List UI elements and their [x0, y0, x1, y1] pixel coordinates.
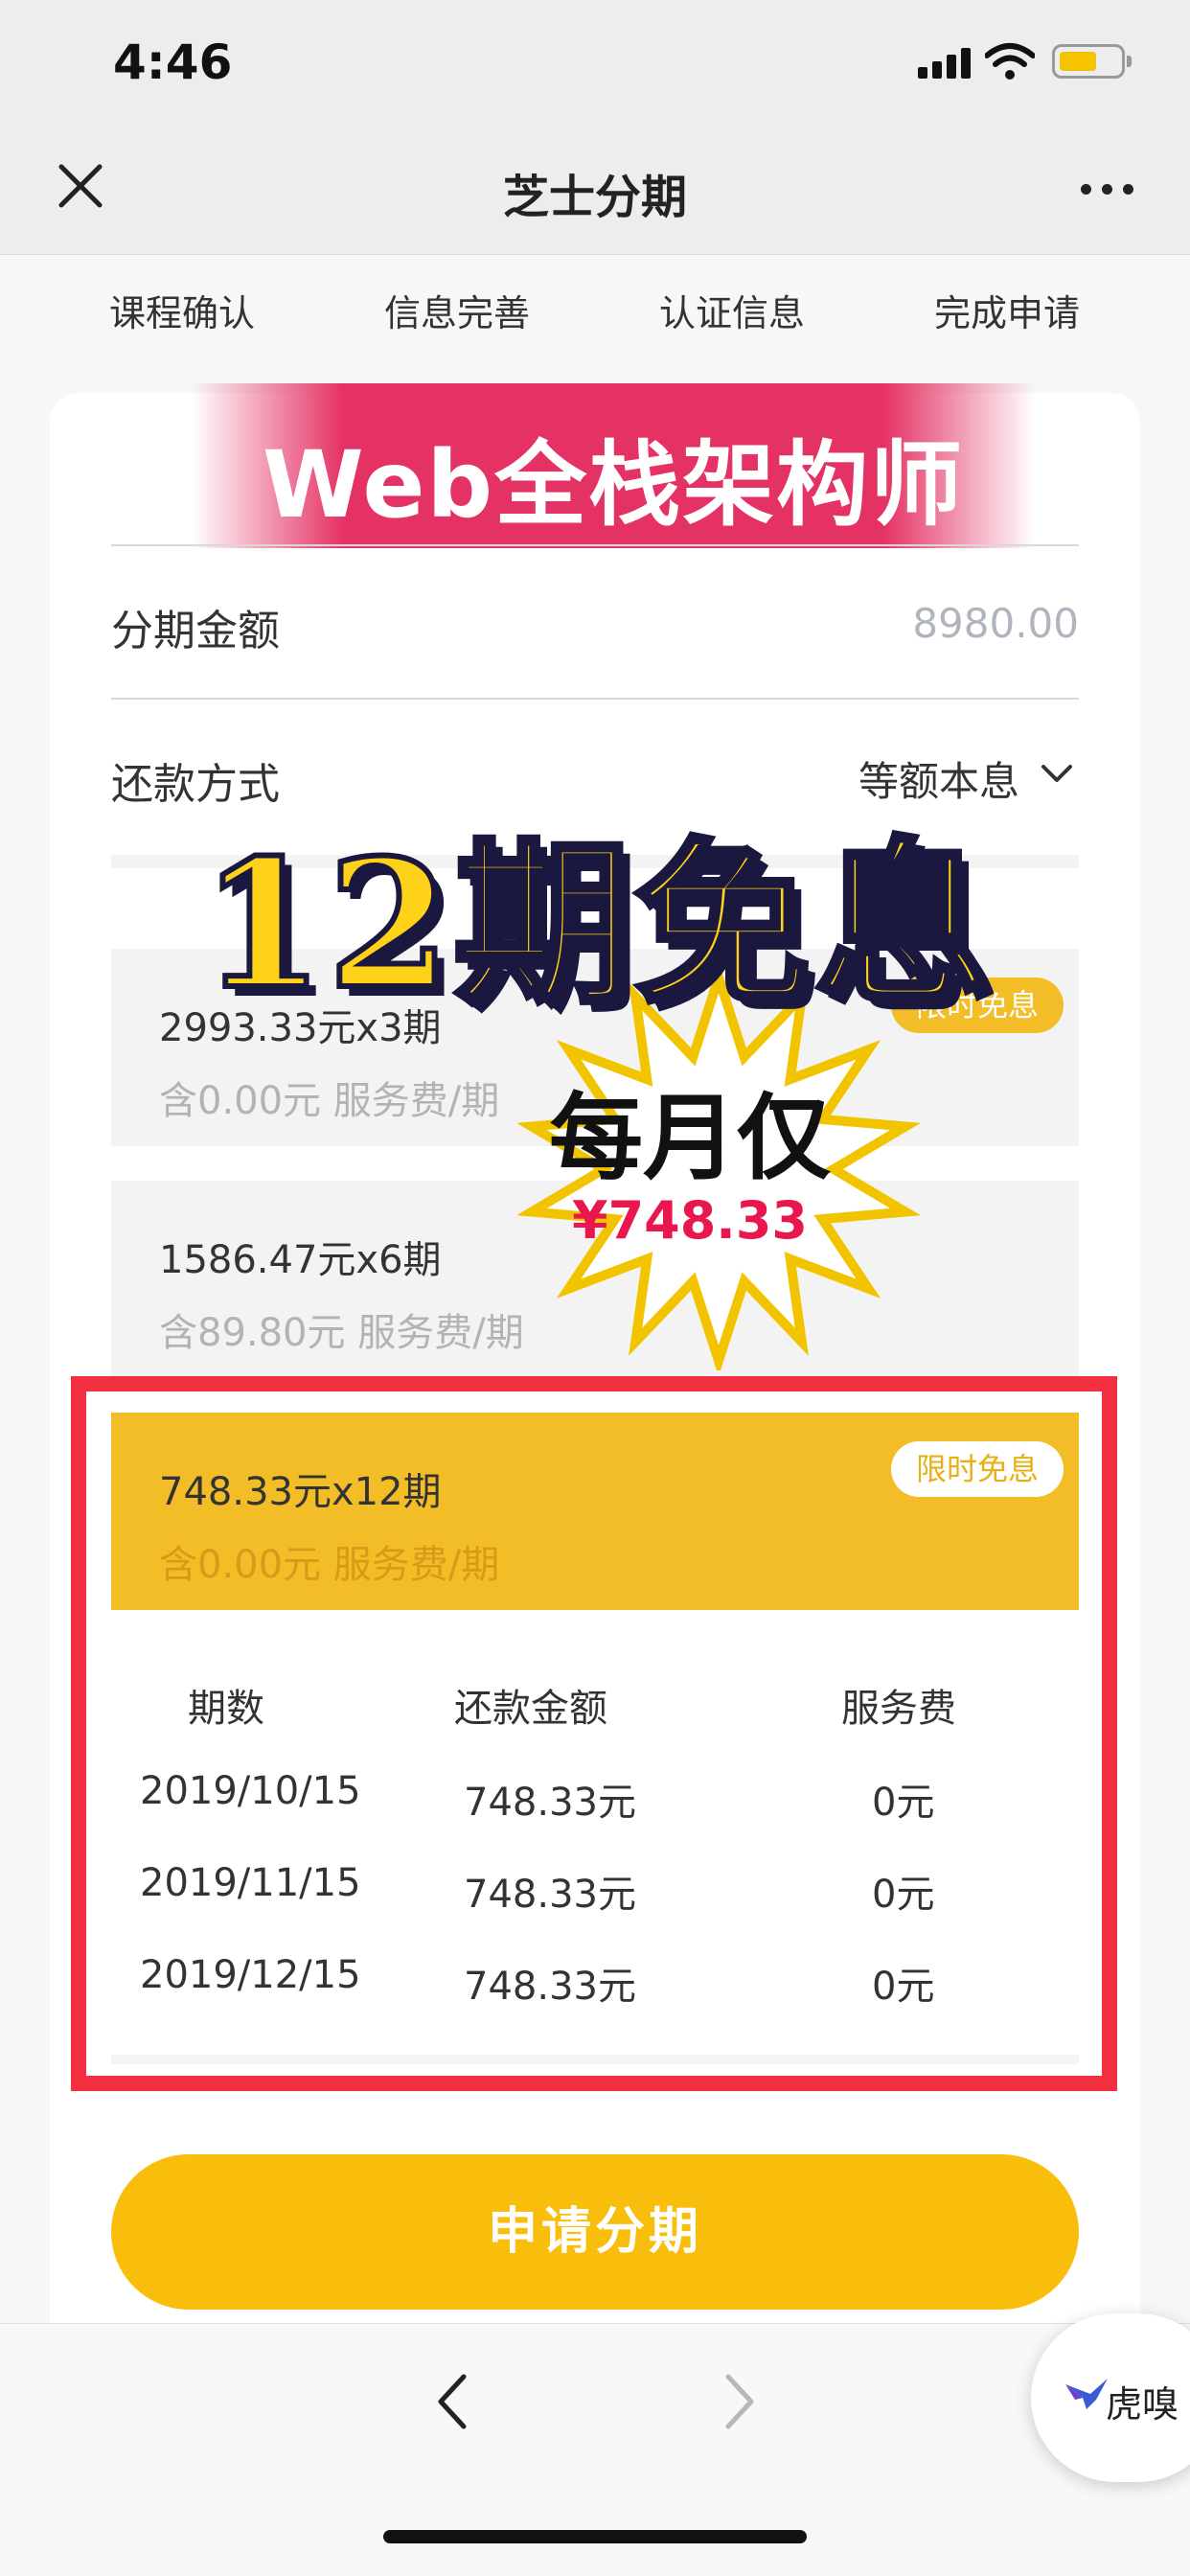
- status-time: 4:46: [113, 34, 233, 90]
- step-info-complete: 信息完善: [383, 292, 530, 334]
- divider: [111, 544, 1079, 546]
- chevron-right-icon: [725, 2374, 754, 2429]
- floating-widget-label: 虎嗅: [1106, 2383, 1179, 2426]
- amount-value: 8980.00: [912, 600, 1079, 647]
- plan-fee: 含89.80元 服务费/期: [159, 1311, 524, 1355]
- bird-logo-icon: [1065, 2379, 1108, 2409]
- page-title: 芝士分期: [502, 171, 687, 224]
- chevron-down-icon[interactable]: [1041, 763, 1073, 784]
- plan-amount: 1586.47元x6期: [159, 1238, 442, 1282]
- step-finish-apply: 完成申请: [933, 292, 1080, 334]
- step-tabs: 课程确认 信息完善 认证信息 完成申请: [0, 284, 1190, 351]
- starburst-price: ¥748.33: [572, 1190, 808, 1251]
- step-course-confirm: 课程确认: [108, 292, 255, 334]
- plan-fee: 含0.00元 服务费/期: [159, 1079, 500, 1123]
- highlight-frame: [71, 1376, 1117, 2091]
- course-banner-title: Web全栈架构师: [262, 431, 965, 539]
- apply-installment-button[interactable]: 申请分期: [111, 2154, 1079, 2310]
- battery-icon: [1052, 44, 1132, 79]
- signal-icon: [918, 48, 972, 79]
- step-verify-info: 认证信息: [658, 292, 805, 334]
- more-icon[interactable]: [1081, 184, 1134, 196]
- chevron-left-icon[interactable]: [433, 2371, 471, 2432]
- divider: [111, 698, 1079, 700]
- starburst-title: 每月仅: [548, 1084, 831, 1193]
- promo-headline: 12期免息: [198, 818, 995, 1031]
- home-indicator: [383, 2530, 807, 2543]
- wifi-icon: [985, 43, 1035, 80]
- amount-label: 分期金额: [111, 607, 280, 656]
